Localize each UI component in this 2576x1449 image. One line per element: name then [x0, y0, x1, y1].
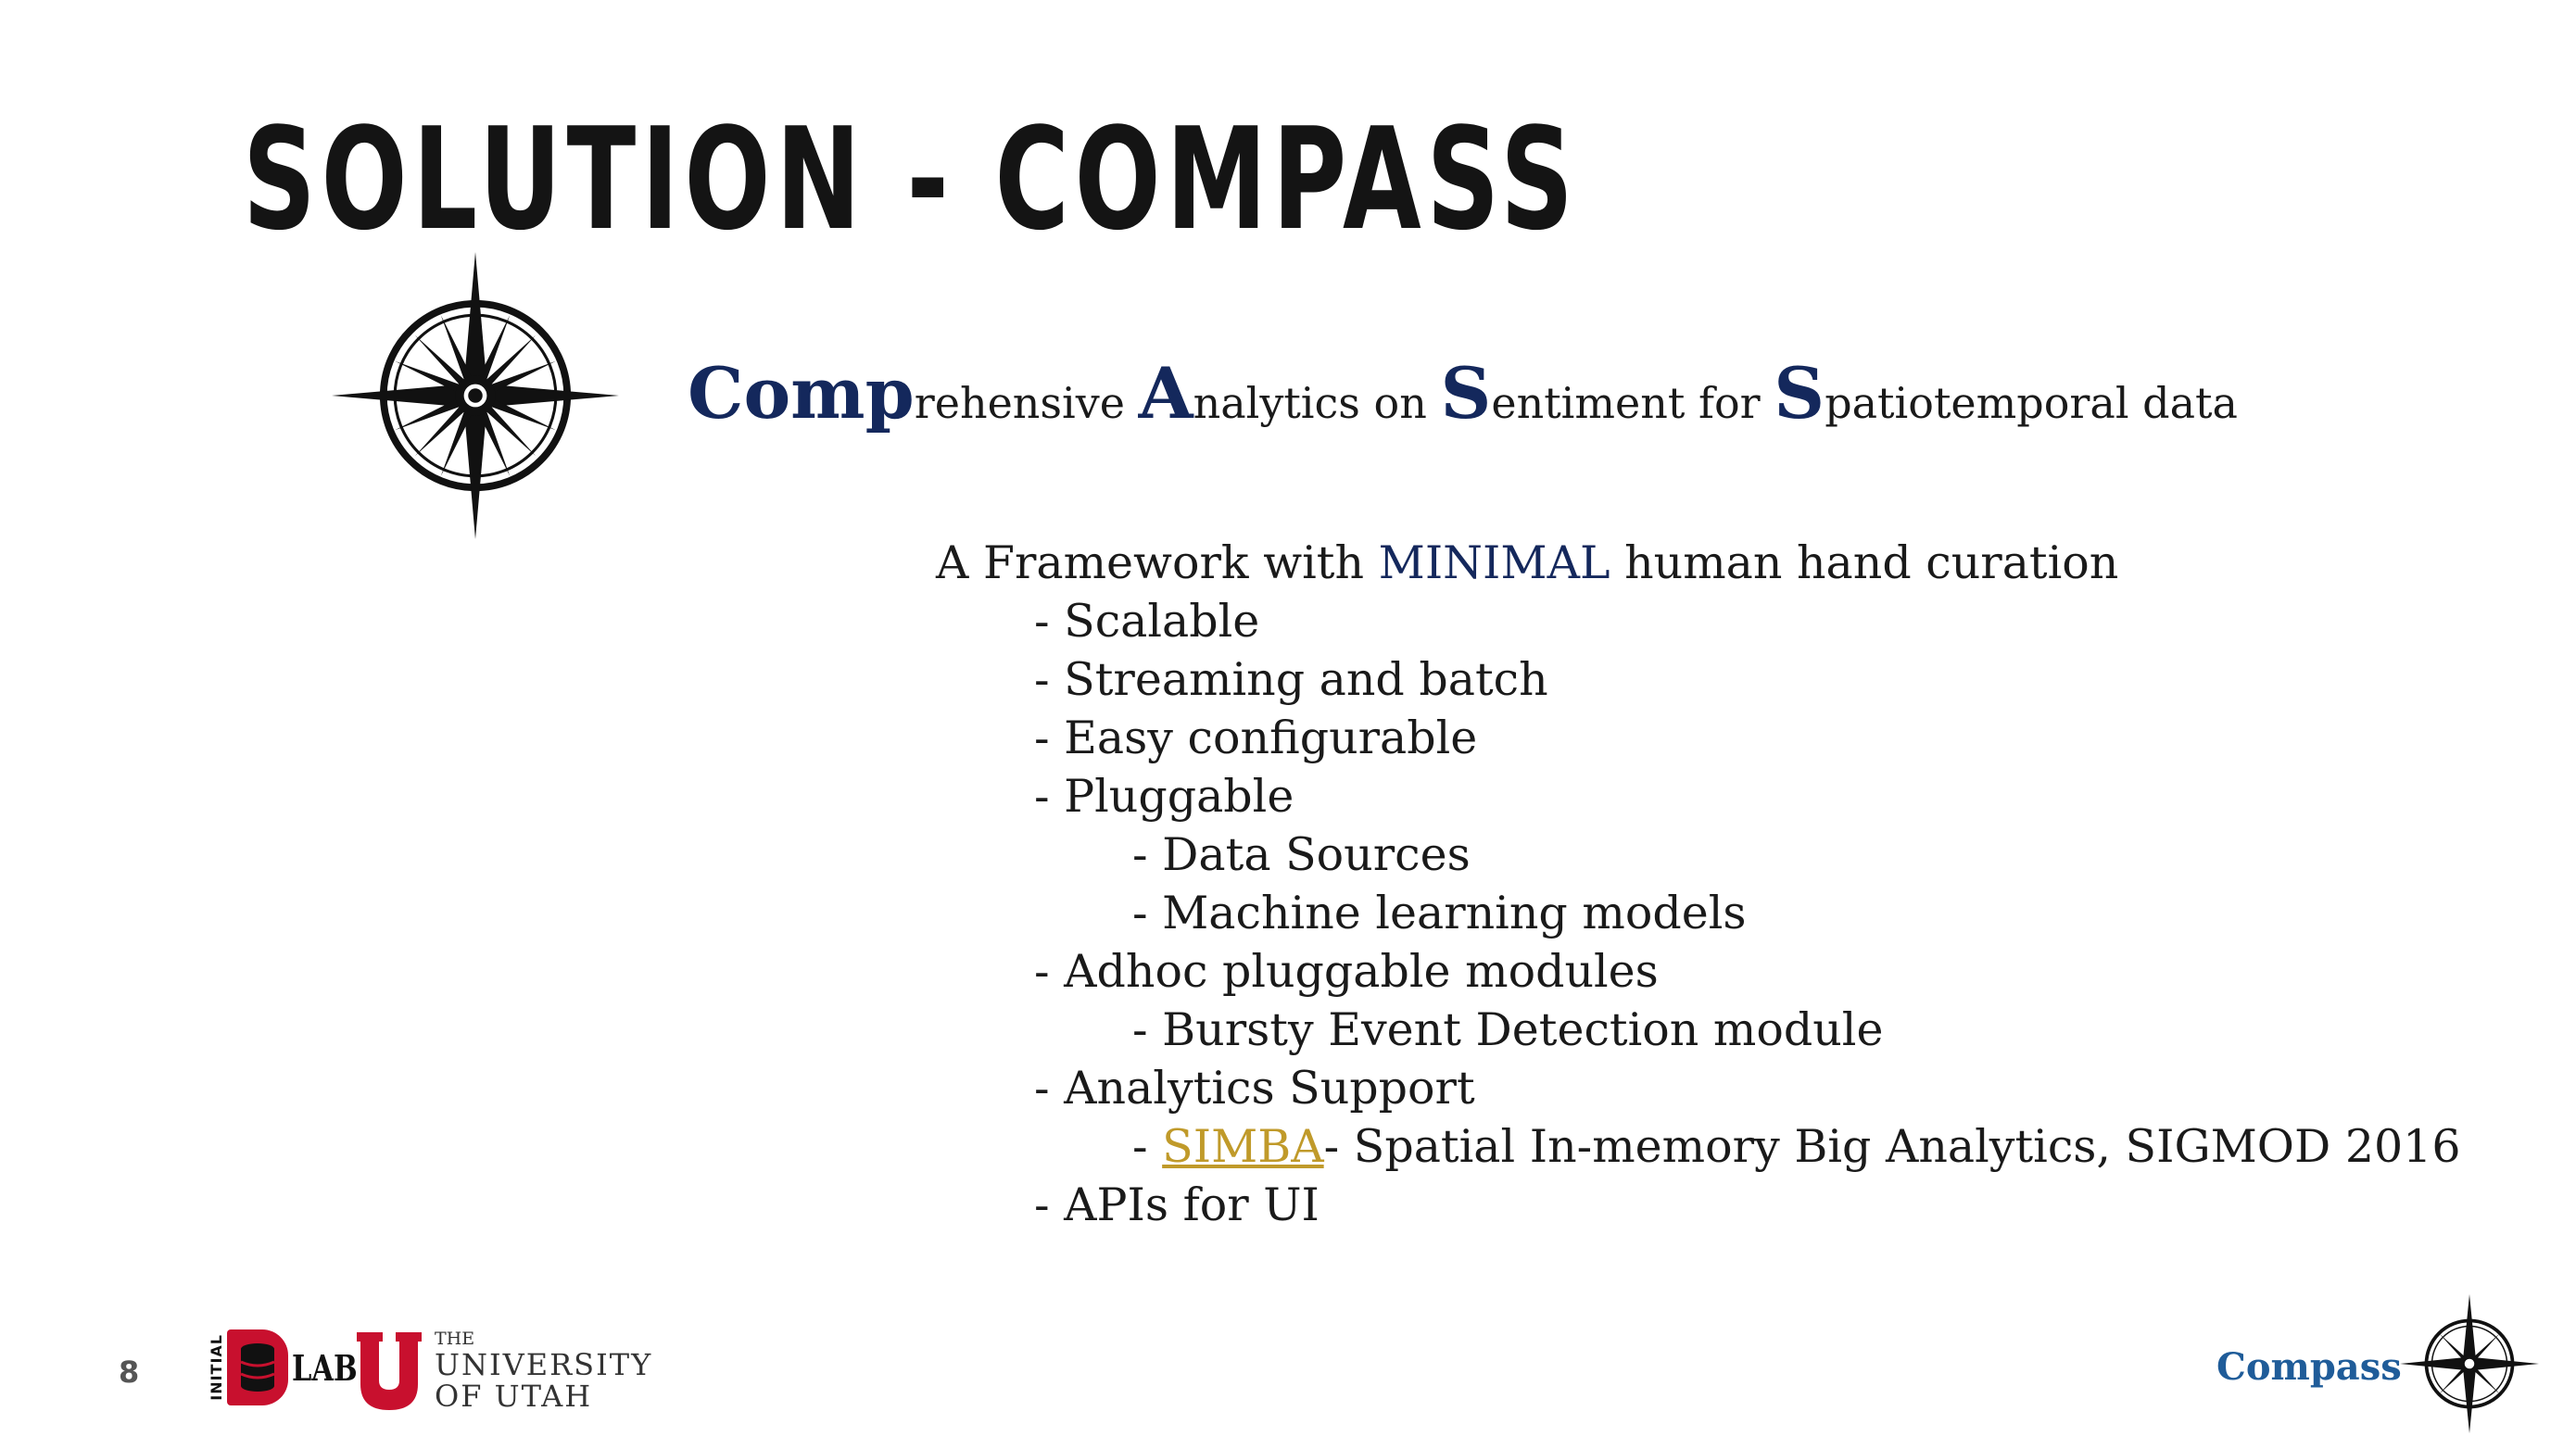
dlab-lab-text: LAB: [292, 1346, 358, 1389]
dlab-logo: INITIAL LAB: [208, 1329, 373, 1406]
intro-line: A Framework with MINIMAL human hand cura…: [936, 534, 2461, 592]
simba-link[interactable]: SIMBA: [1162, 1120, 1324, 1173]
simba-description: - Spatial In-memory Big Analytics, SIGMO…: [1323, 1120, 2461, 1173]
subtitle-acronym: Comprehensive Analytics on Sentiment for…: [688, 352, 2238, 435]
university-logo: THE UNIVERSITY OF UTAH: [357, 1330, 652, 1411]
feature-list: A Framework with MINIMAL human hand cura…: [936, 534, 2461, 1234]
minimal-highlight: MINIMAL: [1378, 536, 1610, 589]
block-u-icon: [357, 1331, 422, 1410]
list-item: - Easy configurable: [1034, 712, 1478, 764]
subtitle-text: rehensive: [914, 378, 1139, 428]
dlab-initial-text: INITIAL: [208, 1334, 225, 1401]
list-subitem: - Bursty Event Detection module: [1132, 1003, 1884, 1056]
page-number: 8: [119, 1354, 140, 1390]
list-item: - APIs for UI: [1034, 1178, 1320, 1231]
intro-text: A Framework with: [936, 536, 1379, 589]
list-subitem: - Machine learning models: [1132, 887, 1747, 939]
list-subitem-simba: - SIMBA- Spatial In-memory Big Analytics…: [936, 1117, 2461, 1176]
acronym-letter: A: [1138, 352, 1193, 435]
acronym-letter: S: [1774, 352, 1825, 435]
subtitle-text: patiotemporal data: [1825, 378, 2238, 428]
list-item: - Analytics Support: [1034, 1062, 1475, 1115]
dash: -: [1132, 1120, 1163, 1173]
compass-rose-icon: [2400, 1294, 2539, 1433]
university-the: THE: [435, 1329, 475, 1349]
subtitle-text: nalytics on: [1193, 378, 1441, 428]
list-subitem: - Data Sources: [1132, 828, 1471, 881]
slide-title: SOLUTION - COMPASS: [243, 97, 1579, 261]
acronym-letter: S: [1440, 352, 1492, 435]
footer-brand: Compass: [2216, 1345, 2402, 1389]
list-item: - Streaming and batch: [1034, 653, 1548, 706]
university-state: OF UTAH: [435, 1379, 593, 1414]
compass-rose-icon: [332, 252, 619, 539]
list-item: - Scalable: [1034, 595, 1260, 648]
database-icon: [227, 1329, 288, 1405]
subtitle-text: entiment for: [1491, 378, 1774, 428]
list-item: - Adhoc pluggable modules: [1034, 945, 1659, 998]
acronym-letter: Comp: [688, 352, 915, 435]
intro-text: human hand curation: [1610, 536, 2119, 589]
list-item: - Pluggable: [1034, 770, 1294, 823]
university-name: UNIVERSITY: [435, 1347, 653, 1382]
